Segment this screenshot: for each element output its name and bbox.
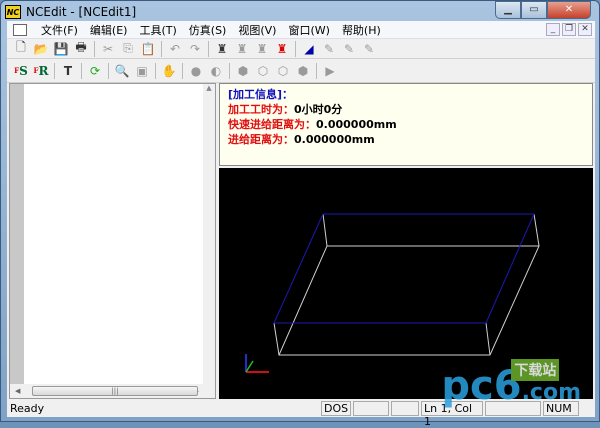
close-button[interactable]: ✕ bbox=[547, 1, 591, 19]
status-pane-empty bbox=[391, 400, 419, 416]
minimize-button[interactable]: ▁ bbox=[495, 1, 521, 19]
cut-icon[interactable]: ✂ bbox=[99, 41, 117, 57]
undo-icon[interactable]: ↶ bbox=[166, 41, 184, 57]
menu-help[interactable]: 帮助(H) bbox=[336, 22, 387, 38]
menu-file[interactable]: 文件(F) bbox=[35, 22, 84, 38]
open-icon[interactable]: 📂 bbox=[32, 41, 50, 57]
box-edge bbox=[273, 322, 280, 356]
vertical-scrollbar[interactable]: ▲ bbox=[203, 84, 215, 384]
box-edge bbox=[533, 213, 540, 247]
paste-icon[interactable]: 📋 bbox=[139, 41, 157, 57]
box-bottom-face bbox=[278, 245, 540, 356]
code-editor[interactable]: ▲ ◀ ||| ▶ bbox=[9, 83, 216, 399]
redo-icon[interactable]: ↷ bbox=[186, 41, 204, 57]
play-icon[interactable]: ▶ bbox=[321, 63, 339, 79]
zoom-icon[interactable]: 🔍 bbox=[113, 63, 131, 79]
new-icon[interactable]: 🗋 bbox=[12, 40, 30, 57]
app-logo: NC bbox=[5, 5, 21, 19]
feed-label: 进给距离为： bbox=[228, 133, 294, 146]
status-pane-empty bbox=[353, 400, 389, 416]
box-edge bbox=[322, 213, 328, 247]
document-icon[interactable] bbox=[13, 23, 27, 36]
rapid-value: 0.000000mm bbox=[316, 118, 397, 131]
rapid-label: 快速进给距离为： bbox=[228, 118, 316, 131]
app-window: NC NCEdit - [NCEdit1] ▁ ▭ ✕ 文件(F) 编辑(E) … bbox=[0, 0, 600, 428]
standard-toolbar: 🗋 📂 💾 🖶 ✂ ⎘ 📋 ↶ ↷ ♜ ♜ ♜ ♜ ◢ ✎ ✎ ✎ bbox=[7, 39, 595, 59]
find-icon[interactable]: ♜ bbox=[213, 41, 231, 57]
time-value: 0小时0分 bbox=[294, 103, 343, 116]
box-top-face bbox=[273, 213, 535, 324]
print-icon[interactable]: 🖶 bbox=[72, 40, 90, 57]
y-axis-icon bbox=[245, 360, 254, 373]
menu-edit[interactable]: 编辑(E) bbox=[84, 22, 134, 38]
horizontal-scrollbar[interactable]: ◀ ||| ▶ bbox=[10, 384, 215, 398]
save-icon[interactable]: 💾 bbox=[52, 41, 70, 57]
scroll-left-arrow[interactable]: ◀ bbox=[15, 387, 20, 395]
menu-window[interactable]: 窗口(W) bbox=[282, 22, 335, 38]
tool-t-icon[interactable]: T bbox=[59, 63, 77, 79]
menu-view[interactable]: 视图(V) bbox=[232, 22, 282, 38]
window-title: NCEdit - [NCEdit1] bbox=[26, 5, 137, 19]
marker-icon[interactable]: ◢ bbox=[300, 41, 318, 57]
view-iso-icon[interactable]: ⬢ bbox=[234, 63, 252, 79]
feed-value: 0.000000mm bbox=[294, 133, 375, 146]
zoom-out-icon[interactable]: ◐ bbox=[207, 63, 225, 79]
status-encoding: DOS bbox=[321, 400, 351, 416]
machining-info-panel: [加工信息]： 加工工时为：0小时0分 快速进给距离为：0.000000mm 进… bbox=[219, 83, 593, 166]
view-side-icon[interactable]: ⬡ bbox=[274, 63, 292, 79]
menu-tools[interactable]: 工具(T) bbox=[133, 22, 182, 38]
tool-2-icon[interactable]: ✎ bbox=[340, 41, 358, 57]
mdi-close-button[interactable]: ✕ bbox=[578, 23, 592, 36]
menu-bar: 文件(F) 编辑(E) 工具(T) 仿真(S) 视图(V) 窗口(W) 帮助(H… bbox=[7, 21, 595, 39]
mdi-minimize-button[interactable]: _ bbox=[546, 23, 560, 36]
view-solid-icon[interactable]: ⬢ bbox=[294, 63, 312, 79]
mdi-restore-button[interactable]: ❐ bbox=[562, 23, 576, 36]
replace-icon[interactable]: ♜ bbox=[253, 41, 271, 57]
tool-3-icon[interactable]: ✎ bbox=[360, 41, 378, 57]
find-red-icon[interactable]: ♜ bbox=[273, 41, 291, 57]
fr-icon[interactable]: FR bbox=[32, 63, 50, 79]
zoom-window-icon[interactable]: ▣ bbox=[133, 63, 151, 79]
tool-1-icon[interactable]: ✎ bbox=[320, 41, 338, 57]
line-gutter bbox=[10, 84, 24, 384]
scroll-thumb[interactable]: ||| bbox=[32, 386, 198, 396]
menu-simulate[interactable]: 仿真(S) bbox=[183, 22, 233, 38]
copy-icon[interactable]: ⎘ bbox=[119, 41, 137, 57]
status-ready: Ready bbox=[10, 401, 45, 415]
maximize-button[interactable]: ▭ bbox=[521, 1, 547, 19]
rotate-icon[interactable]: ● bbox=[187, 63, 205, 79]
info-header: [加工信息]： bbox=[228, 88, 294, 101]
find-next-icon[interactable]: ♜ bbox=[233, 41, 251, 57]
box-edge bbox=[485, 322, 491, 356]
fs-icon[interactable]: FS bbox=[12, 63, 30, 79]
view-front-icon[interactable]: ⬡ bbox=[254, 63, 272, 79]
pan-hand-icon[interactable]: ✋ bbox=[160, 63, 178, 79]
title-bar: NC NCEdit - [NCEdit1] ▁ ▭ ✕ bbox=[5, 1, 595, 21]
simulation-toolbar: FS FR T ⟳ 🔍 ▣ ✋ ● ◐ ⬢ ⬡ ⬡ ⬢ ▶ bbox=[7, 59, 595, 83]
watermark-logo: pc6.com 下载站 bbox=[441, 359, 581, 409]
time-label: 加工工时为： bbox=[228, 103, 294, 116]
refresh-icon[interactable]: ⟳ bbox=[86, 63, 104, 79]
